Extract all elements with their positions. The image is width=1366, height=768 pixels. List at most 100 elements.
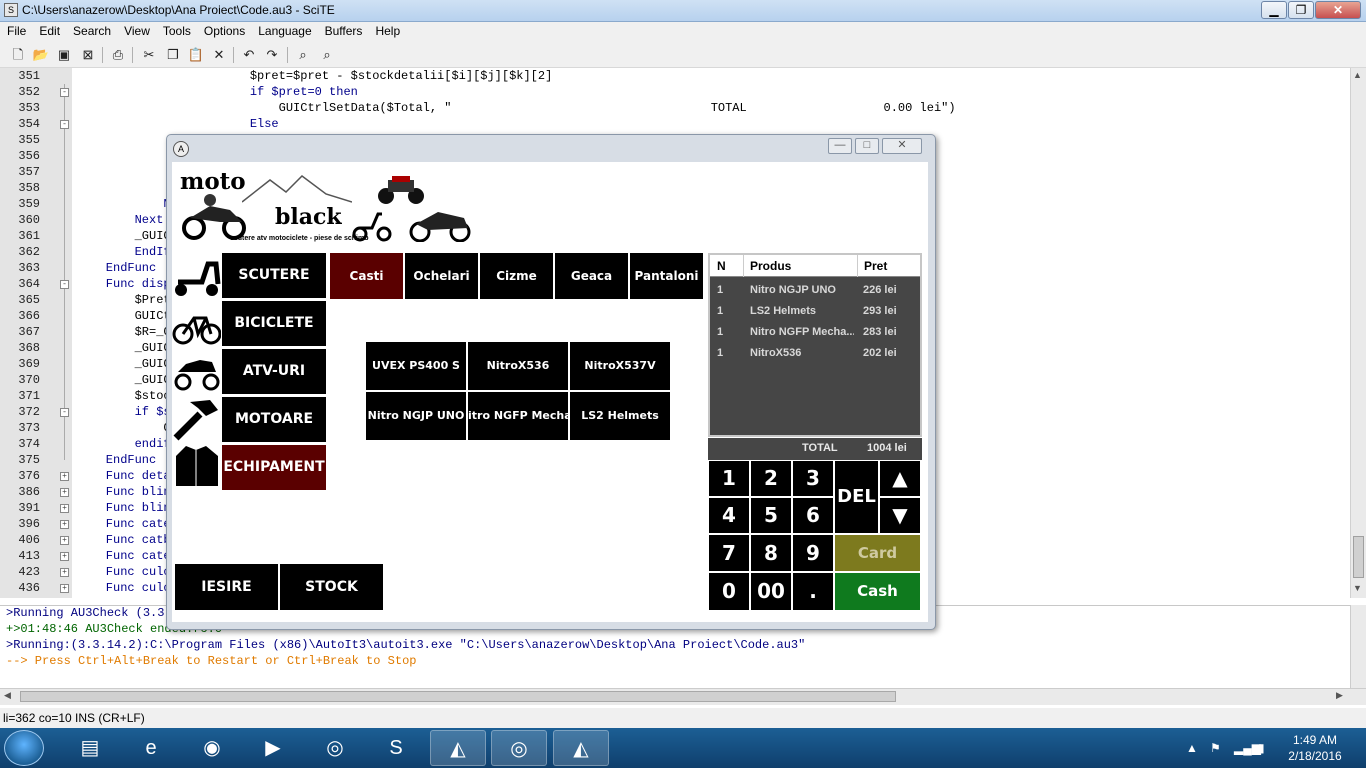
subcategory-button-cizme[interactable]: Cizme bbox=[479, 252, 554, 300]
cart-row[interactable]: 1 NitroX536 202 lei bbox=[710, 343, 920, 363]
fold-expand-icon[interactable]: + bbox=[60, 488, 69, 497]
keypad-5[interactable]: 5 bbox=[750, 497, 792, 534]
start-button[interactable] bbox=[4, 730, 44, 766]
fold-collapse-icon[interactable]: - bbox=[60, 280, 69, 289]
scrollbar-thumb[interactable] bbox=[1353, 536, 1364, 578]
menu-edit[interactable]: Edit bbox=[32, 22, 66, 38]
fold-expand-icon[interactable]: + bbox=[60, 552, 69, 561]
subcategory-button-geaca[interactable]: Geaca bbox=[554, 252, 629, 300]
fold-collapse-icon[interactable]: - bbox=[60, 408, 69, 417]
menu-tools[interactable]: Tools bbox=[156, 22, 197, 38]
subcategory-button-casti[interactable]: Casti bbox=[329, 252, 404, 300]
dialog-minimize-button[interactable]: — bbox=[828, 138, 852, 154]
card-payment-button[interactable]: Card bbox=[834, 534, 921, 572]
internet-explorer-icon[interactable]: e bbox=[123, 730, 179, 766]
menu-buffers[interactable]: Buffers bbox=[318, 22, 369, 38]
keypad-4[interactable]: 4 bbox=[708, 497, 750, 534]
keypad-00[interactable]: 00 bbox=[750, 572, 792, 611]
chrome-icon[interactable]: ◎ bbox=[307, 730, 363, 766]
open-file-icon[interactable]: 📂 bbox=[32, 46, 50, 64]
keypad-1[interactable]: 1 bbox=[708, 460, 750, 497]
print-icon[interactable]: ⎙ bbox=[109, 46, 127, 64]
keypad-9[interactable]: 9 bbox=[792, 534, 834, 572]
dialog-maximize-button[interactable]: □ bbox=[855, 138, 879, 154]
category-button-echipament[interactable]: ECHIPAMENT bbox=[221, 444, 327, 491]
fold-expand-icon[interactable]: + bbox=[60, 472, 69, 481]
subcategory-button-ochelari[interactable]: Ochelari bbox=[404, 252, 479, 300]
cash-payment-button[interactable]: Cash bbox=[834, 572, 921, 611]
fold-expand-icon[interactable]: + bbox=[60, 520, 69, 529]
horizontal-scrollbar[interactable]: ◀ ▶ bbox=[0, 688, 1366, 705]
fold-collapse-icon[interactable]: - bbox=[60, 120, 69, 129]
file-explorer-icon[interactable]: ▤ bbox=[62, 730, 118, 766]
cut-icon[interactable]: ✂ bbox=[140, 46, 158, 64]
product-button[interactable]: UVEX PS400 S bbox=[365, 341, 467, 391]
new-file-icon[interactable]: 🗋 bbox=[9, 46, 27, 64]
autoit-gui-taskbar-icon[interactable]: ◭ bbox=[553, 730, 609, 766]
keypad-2[interactable]: 2 bbox=[750, 460, 792, 497]
menu-file[interactable]: File bbox=[0, 22, 32, 38]
cart-header-pret[interactable]: Pret bbox=[864, 259, 887, 273]
paste-icon[interactable]: 📋 bbox=[187, 46, 205, 64]
show-hidden-icons-icon[interactable]: ▲ bbox=[1186, 741, 1198, 755]
chrome-active-icon[interactable]: ◎ bbox=[491, 730, 547, 766]
menu-search[interactable]: Search bbox=[66, 22, 117, 38]
subcategory-button-pantaloni[interactable]: Pantaloni bbox=[629, 252, 704, 300]
save-icon[interactable]: ▣ bbox=[55, 46, 73, 64]
keypad-6[interactable]: 6 bbox=[792, 497, 834, 534]
flag-icon[interactable]: ⚑ bbox=[1210, 741, 1221, 755]
product-button[interactable]: LS2 Helmets bbox=[569, 391, 671, 441]
del-button[interactable]: DEL bbox=[834, 460, 879, 534]
keypad-0[interactable]: 0 bbox=[708, 572, 750, 611]
product-button[interactable]: Nitro NGJP UNO bbox=[365, 391, 467, 441]
menu-language[interactable]: Language bbox=[251, 22, 317, 38]
scroll-down-button[interactable]: ▼ bbox=[879, 497, 921, 534]
cart-header-produs[interactable]: Produs bbox=[750, 259, 791, 273]
system-clock[interactable]: 1:49 AM 2/18/2016 bbox=[1287, 732, 1343, 764]
product-button[interactable]: NitroX536 bbox=[467, 341, 569, 391]
fold-expand-icon[interactable]: + bbox=[60, 504, 69, 513]
hscroll-thumb[interactable] bbox=[20, 691, 896, 702]
keypad-3[interactable]: 3 bbox=[792, 460, 834, 497]
fold-expand-icon[interactable]: + bbox=[60, 568, 69, 577]
fold-collapse-icon[interactable]: - bbox=[60, 88, 69, 97]
category-button-atv-uri[interactable]: ATV-URI bbox=[221, 348, 327, 395]
delete-icon[interactable]: ✕ bbox=[210, 46, 228, 64]
maximize-button[interactable]: ❐ bbox=[1288, 1, 1314, 19]
stock-button[interactable]: STOCK bbox=[279, 563, 384, 611]
menu-help[interactable]: Help bbox=[368, 22, 406, 38]
skype-icon[interactable]: S bbox=[368, 730, 424, 766]
cart-list[interactable]: N Produs Pret 1 Nitro NGJP UNO 226 lei 1 LS… bbox=[708, 253, 922, 437]
category-button-scutere[interactable]: SCUTERE bbox=[221, 252, 327, 299]
product-button[interactable]: itro NGFP Mechanik bbox=[467, 391, 569, 441]
cart-row[interactable]: 1 Nitro NGJP UNO 226 lei bbox=[710, 280, 920, 300]
media-player-icon[interactable]: ▶ bbox=[245, 730, 301, 766]
cart-header-n[interactable]: N bbox=[717, 259, 726, 273]
editor-vertical-scrollbar[interactable]: ▲ ▼ bbox=[1350, 68, 1366, 598]
keypad-8[interactable]: 8 bbox=[750, 534, 792, 572]
keypad-7[interactable]: 7 bbox=[708, 534, 750, 572]
fold-expand-icon[interactable]: + bbox=[60, 536, 69, 545]
autoit-taskbar-icon[interactable]: ◭ bbox=[430, 730, 486, 766]
cart-row[interactable]: 1 Nitro NGFP Mecha... 283 lei bbox=[710, 322, 920, 342]
scroll-up-button[interactable]: ▲ bbox=[879, 460, 921, 497]
find-icon[interactable]: ⌕ bbox=[294, 46, 312, 64]
category-button-motoare[interactable]: MOTOARE bbox=[221, 396, 327, 443]
menu-options[interactable]: Options bbox=[197, 22, 251, 38]
product-button[interactable]: NitroX537V bbox=[569, 341, 671, 391]
redo-icon[interactable]: ↷ bbox=[263, 46, 281, 64]
keypad-dot[interactable]: . bbox=[792, 572, 834, 611]
fold-expand-icon[interactable]: + bbox=[60, 584, 69, 593]
output-vertical-scrollbar[interactable] bbox=[1350, 605, 1366, 688]
firefox-icon[interactable]: ◉ bbox=[184, 730, 240, 766]
close-button[interactable]: ✕ bbox=[1315, 1, 1361, 19]
network-icon[interactable]: ▂▄▆ bbox=[1234, 741, 1261, 755]
undo-icon[interactable]: ↶ bbox=[240, 46, 258, 64]
category-button-biciclete[interactable]: BICICLETE bbox=[221, 300, 327, 347]
minimize-button[interactable]: ▁ bbox=[1261, 1, 1287, 19]
replace-icon[interactable]: ⌕ bbox=[318, 46, 336, 64]
close-file-icon[interactable]: ⊠ bbox=[79, 46, 97, 64]
menu-view[interactable]: View bbox=[117, 22, 156, 38]
dialog-close-button[interactable]: ✕ bbox=[882, 138, 922, 154]
cart-row[interactable]: 1 LS2 Helmets 293 lei bbox=[710, 301, 920, 321]
